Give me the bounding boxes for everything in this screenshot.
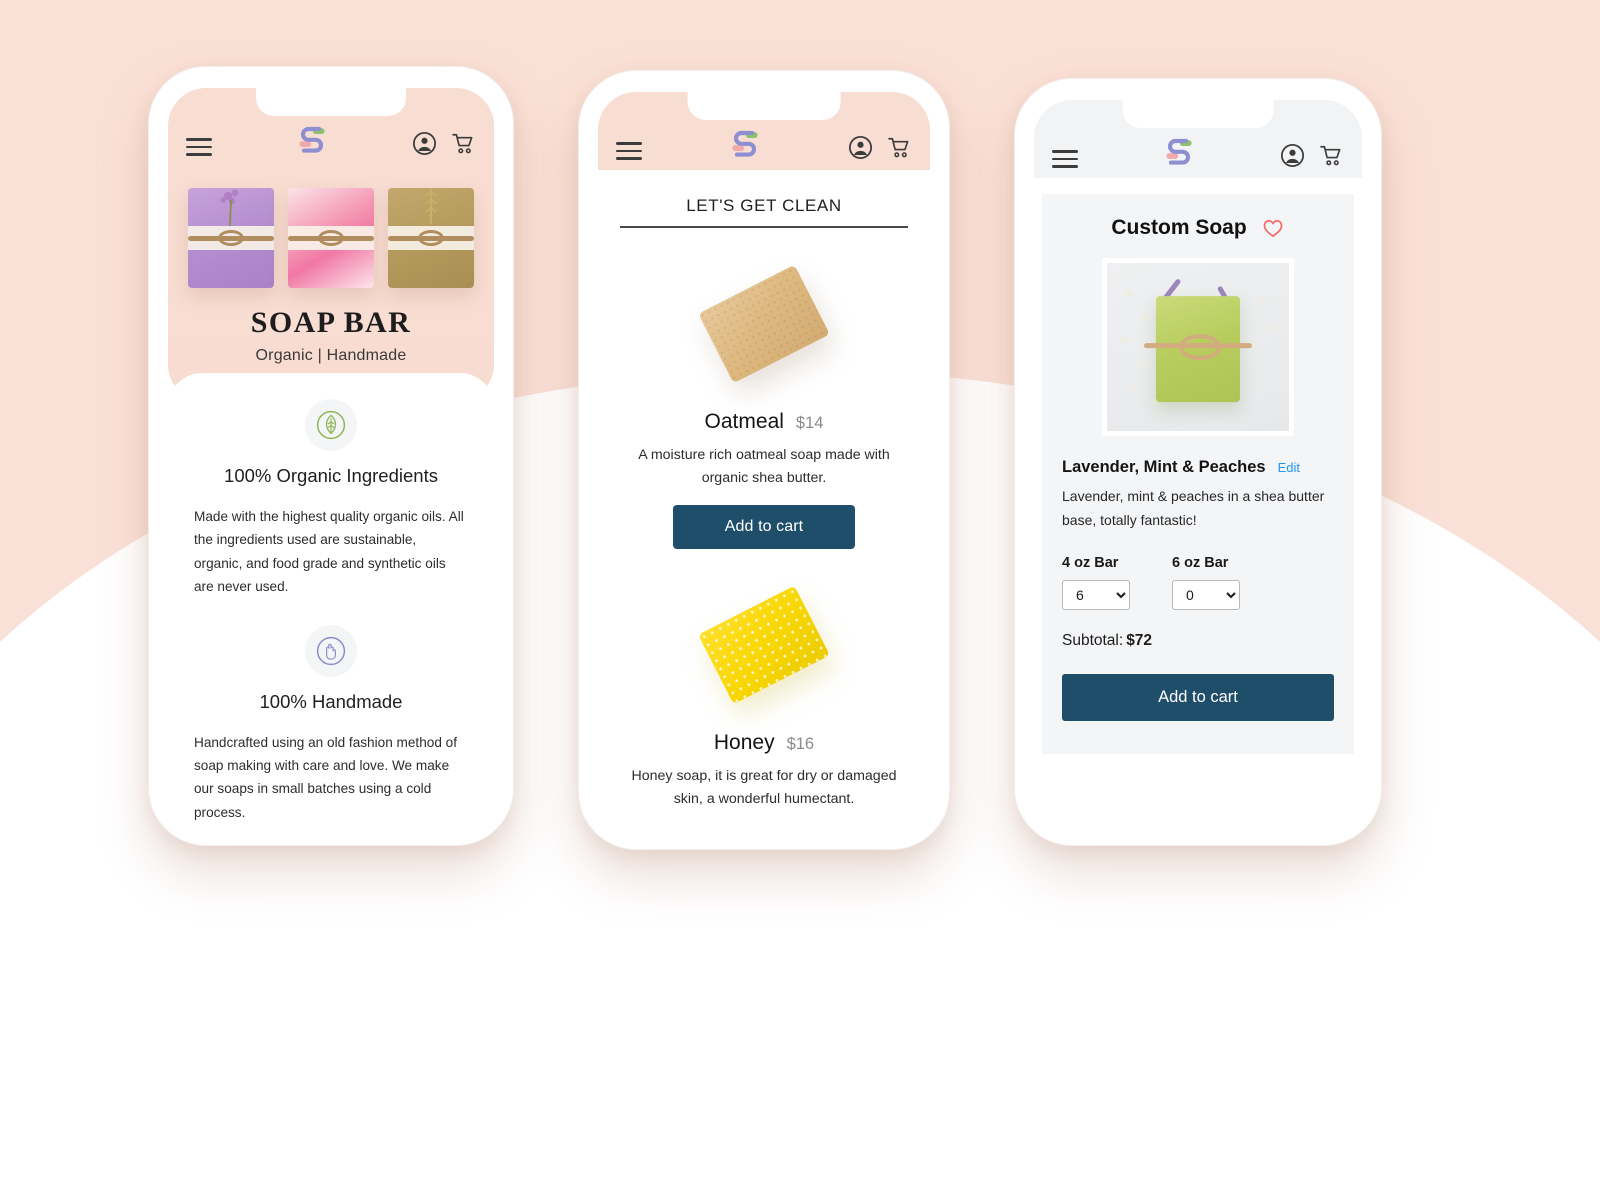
product-image: [620, 569, 908, 721]
phone-notch: [256, 88, 406, 116]
feature-title: 100% Handmade: [259, 690, 403, 712]
shopping-cart-icon[interactable]: [1319, 143, 1344, 168]
quantity-select-6oz[interactable]: 012345678910: [1172, 579, 1240, 610]
account-circle-icon[interactable]: [412, 131, 437, 156]
subtotal-row: Subtotal: $72: [1062, 632, 1334, 650]
custom-soap-card: Custom Soap Lavender, Mint & Peaches Edi…: [1042, 194, 1354, 754]
shopping-cart-icon[interactable]: [887, 135, 912, 160]
subtotal-label: Subtotal:: [1062, 631, 1124, 649]
green-soap-bar: [1144, 296, 1252, 403]
account-circle-icon[interactable]: [848, 135, 873, 160]
feature-body: Handcrafted using an old fashion method …: [194, 734, 457, 820]
product-name-row: Honey $16: [620, 731, 908, 755]
shopping-cart-icon[interactable]: [451, 131, 476, 156]
honey-soap-bar: [698, 586, 830, 705]
subtotal-value: $72: [1126, 631, 1153, 649]
size-option-6oz: 6 oz Bar 012345678910: [1172, 555, 1240, 610]
brand-logo-icon[interactable]: [727, 124, 763, 160]
rose-soap-bar: [288, 188, 374, 288]
add-to-cart-button[interactable]: Add to cart: [1062, 673, 1334, 721]
page-title: SOAP BAR: [250, 306, 412, 339]
size-label: 4 oz Bar: [1062, 554, 1119, 571]
product-card-oatmeal: Oatmeal $14 A moisture rich oatmeal soap…: [598, 228, 930, 550]
feature-handmade: 100% Handmade Handcrafted using an old f…: [194, 624, 468, 825]
section-title: LET'S GET CLEAN: [686, 196, 842, 215]
appbar-actions-custom: [1280, 143, 1344, 168]
edit-link[interactable]: Edit: [1278, 460, 1300, 475]
leaf-icon-badge: [305, 399, 357, 451]
product-name-row: Oatmeal $14: [620, 410, 908, 434]
oatmeal-soap-bar: [388, 188, 474, 288]
page-title: Custom Soap: [1111, 216, 1247, 239]
variant-description: Lavender, mint & peaches in a shea butte…: [1062, 488, 1325, 528]
product-name: Honey: [713, 731, 775, 755]
hero-soap-row: [168, 182, 494, 306]
screen-shop: LET'S GET CLEAN Oatmeal $14 A moisture r…: [598, 92, 930, 828]
hamburger-icon[interactable]: [616, 142, 642, 160]
product-name: Oatmeal: [704, 410, 784, 433]
add-to-cart-button[interactable]: Add to cart: [673, 505, 855, 550]
phone-notch: [1122, 100, 1274, 128]
leaf-icon: [316, 410, 346, 440]
home-hero: SOAP BAR Organic | Handmade: [168, 166, 494, 399]
page-subtitle: Organic | Handmade: [255, 347, 407, 364]
size-label: 6 oz Bar: [1172, 554, 1229, 571]
phone-custom: Custom Soap Lavender, Mint & Peaches Edi…: [1014, 78, 1382, 846]
lavender-soap-bar: [188, 188, 274, 288]
product-description: Honey soap, it is great for dry or damag…: [631, 768, 897, 808]
feature-organic: 100% Organic Ingredients Made with the h…: [194, 399, 468, 599]
brand-logo-icon[interactable]: [294, 120, 330, 156]
brand-logo-icon[interactable]: [1161, 132, 1197, 168]
product-image: [620, 248, 908, 400]
variant-name: Lavender, Mint & Peaches: [1062, 458, 1266, 476]
screen-custom: Custom Soap Lavender, Mint & Peaches Edi…: [1034, 100, 1362, 824]
hand-icon: [316, 636, 346, 665]
phone-home: SOAP BAR Organic | Handmade 100% Organic…: [148, 66, 514, 846]
appbar-actions-shop: [848, 135, 912, 160]
product-price: $16: [786, 735, 815, 754]
phone-notch: [687, 92, 841, 120]
size-option-4oz: 4 oz Bar 012345678910: [1062, 555, 1130, 610]
product-card-honey: Honey $16 Honey soap, it is great for dr…: [598, 549, 930, 810]
hamburger-icon[interactable]: [1052, 150, 1078, 168]
home-info-panel: 100% Organic Ingredients Made with the h…: [168, 373, 494, 824]
heart-outline-icon[interactable]: [1261, 216, 1285, 240]
product-price: $14: [795, 414, 824, 432]
feature-body: Made with the highest quality organic oi…: [194, 509, 464, 595]
variant-row: Lavender, Mint & Peaches Edit: [1062, 458, 1334, 477]
custom-title-row: Custom Soap: [1062, 216, 1334, 240]
phones-stage: SOAP BAR Organic | Handmade 100% Organic…: [0, 0, 1600, 1200]
quantity-select-4oz[interactable]: 012345678910: [1062, 579, 1130, 610]
product-description: A moisture rich oatmeal soap made with o…: [638, 447, 890, 486]
lavender-green-soap-photo: [1102, 258, 1294, 436]
hamburger-icon[interactable]: [186, 138, 212, 156]
feature-title: 100% Organic Ingredients: [224, 465, 438, 486]
account-circle-icon[interactable]: [1280, 143, 1305, 168]
shop-section-header: LET'S GET CLEAN: [598, 170, 930, 228]
hand-icon-badge: [305, 624, 357, 677]
appbar-actions-home: [412, 131, 476, 156]
size-options: 4 oz Bar 012345678910 6 oz Bar 012345678…: [1062, 555, 1334, 610]
screen-home: SOAP BAR Organic | Handmade 100% Organic…: [168, 88, 494, 824]
oatmeal-soap-bar: [698, 264, 830, 384]
phone-shop: LET'S GET CLEAN Oatmeal $14 A moisture r…: [578, 70, 950, 850]
